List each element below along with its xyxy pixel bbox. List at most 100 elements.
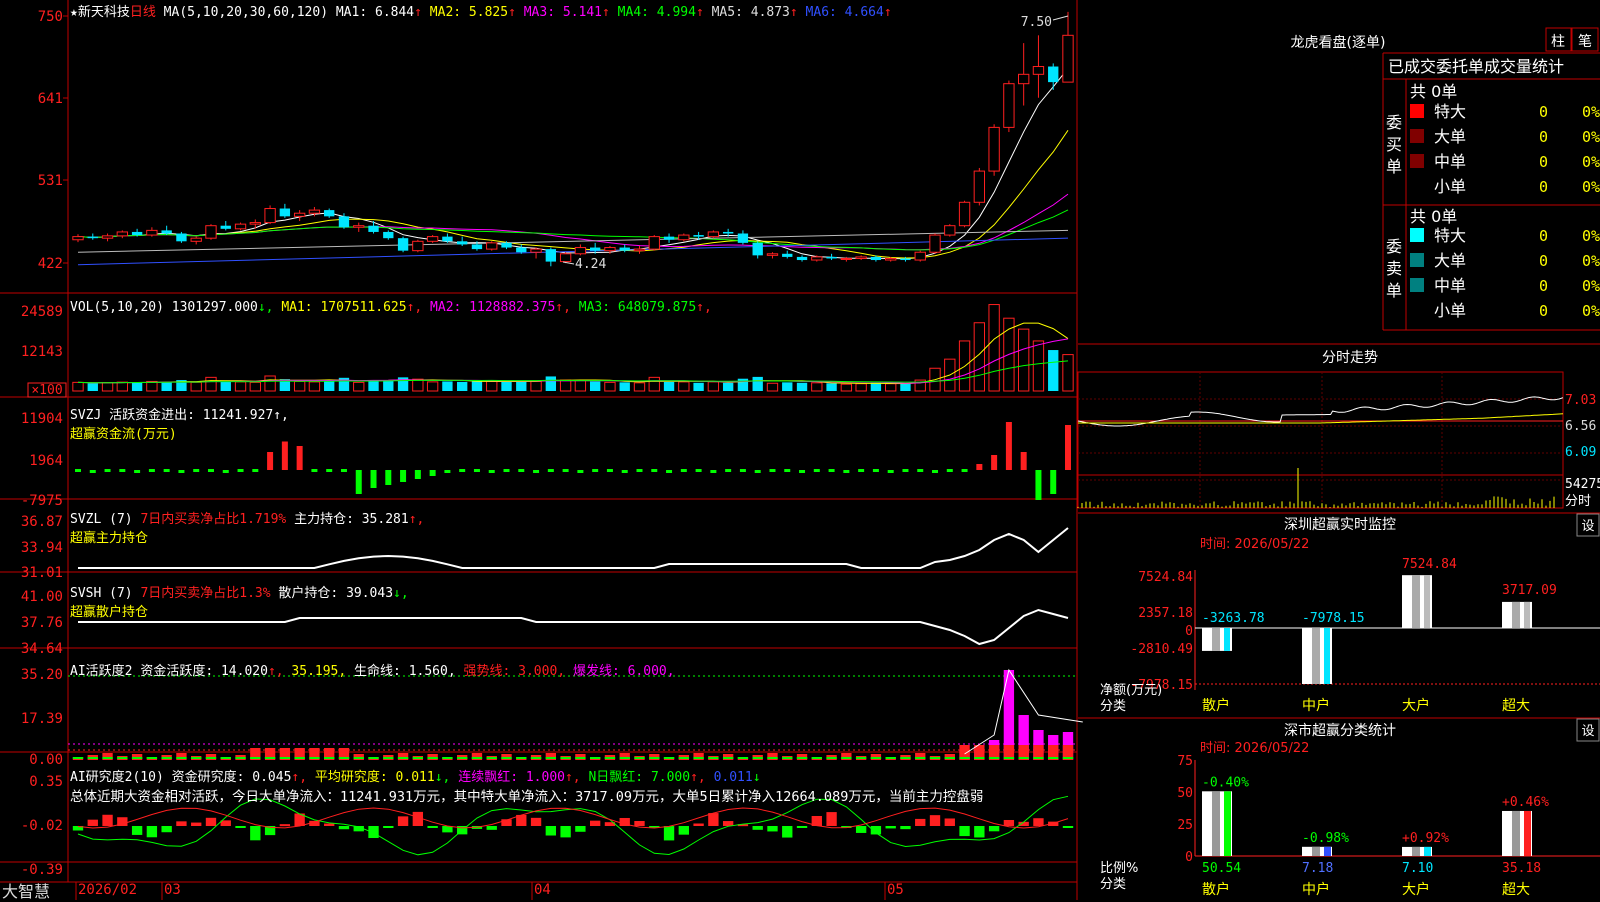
vol-ma-line — [78, 339, 1068, 383]
candle-body — [797, 257, 807, 260]
candle-body — [634, 249, 644, 251]
research-bar — [782, 826, 792, 838]
activity-bar — [457, 757, 467, 759]
buy-row-count: 0 — [1539, 103, 1548, 121]
volume-bar — [442, 381, 452, 391]
candle-body — [339, 216, 349, 227]
candle-body — [206, 226, 216, 238]
vol-axis-label: 24589 — [21, 304, 63, 320]
fund-flow-bar — [223, 470, 229, 473]
fund-flow-bar — [356, 470, 362, 494]
tab-bar-chart[interactable]: 柱 — [1551, 34, 1565, 50]
ai-active-axis-label: 0.00 — [29, 752, 63, 768]
arrow-up-icon: ↑ — [790, 5, 806, 20]
volume-bar — [1063, 355, 1073, 391]
research-bar — [560, 826, 570, 837]
candle-body — [664, 237, 674, 240]
ma-line — [78, 68, 1068, 258]
period-label: 日线 — [130, 5, 156, 20]
ma-line — [78, 210, 1068, 250]
fund-flow-bar — [592, 469, 598, 472]
sz-settings-button[interactable]: 设 — [1581, 519, 1594, 534]
buy-row-count: 0 — [1539, 153, 1548, 171]
sz-y-title: 净额(万元) — [1100, 683, 1162, 698]
volume-bar — [679, 382, 689, 391]
candle-body — [590, 248, 600, 251]
high-pointer — [1053, 16, 1068, 20]
volume-bar — [132, 382, 142, 391]
activity-bar — [945, 757, 955, 759]
research-bar — [383, 826, 393, 828]
cls-axis-label: 25 — [1177, 818, 1193, 833]
fund-flow-bar — [149, 469, 155, 472]
volume-bar — [117, 382, 127, 391]
activity-bar — [1033, 757, 1043, 759]
ma-value: MA5: 4.873 — [712, 5, 790, 20]
fund-flow-bar — [178, 470, 184, 473]
svsh-axis-label: 37.76 — [21, 615, 63, 631]
activity-bar — [442, 757, 452, 759]
intraday-axis-label: 7.03 — [1565, 393, 1596, 408]
volume-bar — [723, 383, 733, 391]
candle-body — [930, 235, 940, 252]
ma-value: MA1: 6.844 — [336, 5, 414, 20]
arrow-up-icon: ↑, — [696, 300, 712, 315]
fund-flow-bar — [1006, 422, 1012, 470]
sell-orders-label: 卖 — [1386, 259, 1402, 278]
volume-bar — [161, 382, 171, 391]
candle-body — [1063, 35, 1073, 82]
volume-bar — [649, 377, 659, 391]
intraday-title: 分时走势 — [1322, 350, 1378, 366]
research-bar — [546, 826, 556, 836]
main-chart-canvas[interactable]: 7506415314227.504.242458912143×100119041… — [0, 0, 1600, 900]
sz-axis-label: 0 — [1185, 624, 1193, 639]
volume-bar — [989, 305, 999, 391]
activity-bar — [132, 757, 142, 759]
fund-flow-bar — [769, 469, 775, 472]
candle-body — [723, 232, 733, 234]
candle-body — [575, 248, 585, 254]
activity-bar — [664, 757, 674, 759]
candle-body — [767, 254, 777, 256]
sz-bar-shade — [1212, 628, 1220, 651]
candle-body — [1019, 74, 1029, 83]
volume-bar — [664, 382, 674, 391]
activity-bar — [73, 757, 83, 759]
activity-bar — [161, 757, 171, 759]
volume-bar — [427, 382, 437, 391]
candle-body — [368, 226, 378, 232]
sell-row-count: 0 — [1539, 252, 1548, 270]
ai-research-summary: 总体近期大资金相对活跃，今日大单净流入：11241.931万元，其中特大单净流入… — [70, 785, 983, 805]
fund-flow-bar — [991, 455, 997, 470]
buy-row-count: 0 — [1539, 128, 1548, 146]
sz-value-label: -7978.15 — [1302, 611, 1365, 626]
activity-bar — [1004, 757, 1014, 759]
cls-bar-shade — [1512, 811, 1520, 856]
cls-time-label: 时间: 2026/05/22 — [1200, 741, 1309, 756]
activity-bar — [856, 757, 866, 759]
research-bar — [132, 826, 142, 835]
cls-category-label: 大户 — [1402, 881, 1430, 898]
volume-bar — [383, 381, 393, 391]
activity-bar — [812, 757, 822, 759]
sz-category-label: 散户 — [1202, 697, 1230, 714]
volume-bar — [324, 381, 334, 391]
high-price-label: 7.50 — [1021, 15, 1052, 30]
research-bar — [191, 823, 201, 826]
ai-research-axis-label: -0.39 — [21, 862, 63, 878]
research-value: 资金研究度: 0.045 — [172, 770, 292, 785]
research-bar — [531, 818, 541, 826]
research-bar — [1033, 818, 1043, 826]
svzl-subtitle: 超赢主力持仓 — [70, 527, 424, 546]
research-bar — [886, 826, 896, 828]
candle-body — [487, 243, 497, 249]
cls-settings-button[interactable]: 设 — [1581, 724, 1594, 739]
volume-bar — [826, 383, 836, 391]
activity-bar — [693, 757, 703, 759]
tab-tick[interactable]: 笔 — [1578, 34, 1592, 50]
research-bar — [368, 826, 378, 838]
candle-body — [605, 248, 615, 251]
dragon-board-title: 龙虎看盘(逐单) — [1291, 34, 1386, 51]
candle-body — [1033, 67, 1043, 75]
activity-bar — [723, 757, 733, 759]
